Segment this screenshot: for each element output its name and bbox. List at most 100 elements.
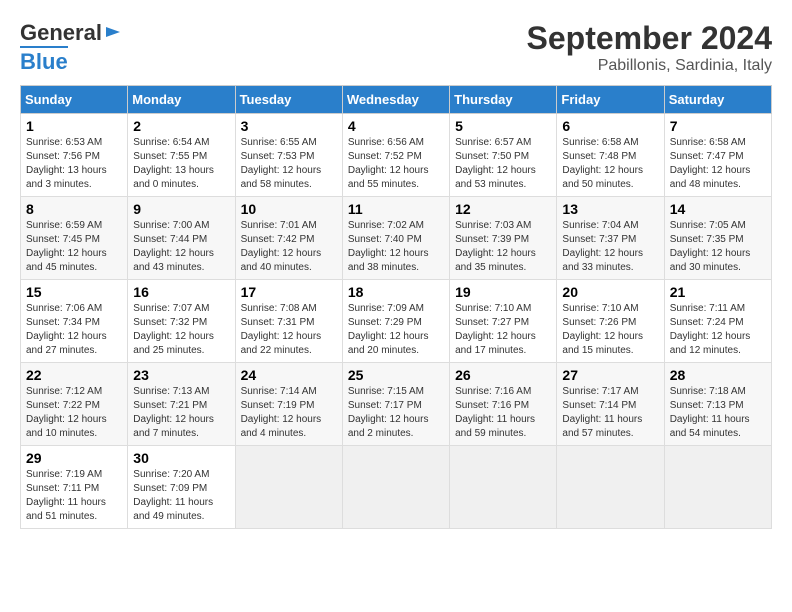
- calendar-cell: 18Sunrise: 7:09 AM Sunset: 7:29 PM Dayli…: [342, 280, 449, 363]
- day-number: 23: [133, 367, 229, 383]
- day-number: 19: [455, 284, 551, 300]
- day-number: 30: [133, 450, 229, 466]
- day-info: Sunrise: 6:55 AM Sunset: 7:53 PM Dayligh…: [241, 136, 337, 192]
- calendar-cell: 2 Sunrise: 6:54 AM Sunset: 7:55 PM Daylig…: [128, 114, 235, 197]
- day-info: Sunrise: 6:57 AM Sunset: 7:50 PM Dayligh…: [455, 136, 551, 192]
- day-info: Sunrise: 7:20 AM Sunset: 7:09 PM Dayligh…: [133, 468, 229, 524]
- day-info: Sunrise: 6:53 AM Sunset: 7:56 PM Dayligh…: [26, 136, 122, 192]
- calendar-cell: 12 Sunrise: 7:03 AM Sunset: 7:39 PM Dayli…: [450, 197, 557, 280]
- header: General Blue September 2024 Pabillonis, …: [20, 20, 772, 75]
- calendar-cell: 26Sunrise: 7:16 AM Sunset: 7:16 PM Dayli…: [450, 363, 557, 446]
- calendar-cell: 8 Sunrise: 6:59 AM Sunset: 7:45 PM Daylig…: [21, 197, 128, 280]
- calendar-cell: 25 Sunrise: 7:15 AM Sunset: 7:17 PM Dayli…: [342, 363, 449, 446]
- calendar-cell: 30 Sunrise: 7:20 AM Sunset: 7:09 PM Dayli…: [128, 446, 235, 529]
- weekday-header-saturday: Saturday: [664, 86, 771, 114]
- calendar-cell: 9 Sunrise: 7:00 AM Sunset: 7:44 PM Daylig…: [128, 197, 235, 280]
- calendar-cell: 10Sunrise: 7:01 AM Sunset: 7:42 PM Dayli…: [235, 197, 342, 280]
- calendar-week-row: 15 Sunrise: 7:06 AM Sunset: 7:34 PM Dayli…: [21, 280, 772, 363]
- day-number: 13: [562, 201, 658, 217]
- calendar-cell: 13Sunrise: 7:04 AM Sunset: 7:37 PM Dayli…: [557, 197, 664, 280]
- calendar-cell: 16 Sunrise: 7:07 AM Sunset: 7:32 PM Dayli…: [128, 280, 235, 363]
- weekday-header-tuesday: Tuesday: [235, 86, 342, 114]
- day-number: 1: [26, 118, 122, 134]
- calendar-cell: [557, 446, 664, 529]
- calendar-cell: 23 Sunrise: 7:13 AM Sunset: 7:21 PM Dayli…: [128, 363, 235, 446]
- calendar-week-row: 8 Sunrise: 6:59 AM Sunset: 7:45 PM Daylig…: [21, 197, 772, 280]
- calendar-cell: 21 Sunrise: 7:11 AM Sunset: 7:24 PM Dayli…: [664, 280, 771, 363]
- calendar-cell: [235, 446, 342, 529]
- weekday-header-monday: Monday: [128, 86, 235, 114]
- day-number: 24: [241, 367, 337, 383]
- day-number: 29: [26, 450, 122, 466]
- weekday-header-thursday: Thursday: [450, 86, 557, 114]
- calendar-cell: 24 Sunrise: 7:14 AM Sunset: 7:19 PM Dayli…: [235, 363, 342, 446]
- day-info: Sunrise: 7:05 AM Sunset: 7:35 PM Dayligh…: [670, 219, 766, 275]
- day-info: Sunrise: 7:14 AM Sunset: 7:19 PM Dayligh…: [241, 385, 337, 441]
- calendar-cell: 3 Sunrise: 6:55 AM Sunset: 7:53 PM Daylig…: [235, 114, 342, 197]
- calendar-week-row: 22Sunrise: 7:12 AM Sunset: 7:22 PM Dayli…: [21, 363, 772, 446]
- logo-arrow-icon: [104, 23, 122, 41]
- day-number: 26: [455, 367, 551, 383]
- calendar-week-row: 1 Sunrise: 6:53 AM Sunset: 7:56 PM Daylig…: [21, 114, 772, 197]
- day-number: 2: [133, 118, 229, 134]
- day-number: 28: [670, 367, 766, 383]
- day-number: 25: [348, 367, 444, 383]
- day-info: Sunrise: 7:06 AM Sunset: 7:34 PM Dayligh…: [26, 302, 122, 358]
- day-number: 4: [348, 118, 444, 134]
- calendar-cell: 6Sunrise: 6:58 AM Sunset: 7:48 PM Daylig…: [557, 114, 664, 197]
- calendar-cell: 7Sunrise: 6:58 AM Sunset: 7:47 PM Daylig…: [664, 114, 771, 197]
- day-number: 16: [133, 284, 229, 300]
- calendar-cell: [450, 446, 557, 529]
- calendar-cell: 4 Sunrise: 6:56 AM Sunset: 7:52 PM Daylig…: [342, 114, 449, 197]
- day-info: Sunrise: 7:13 AM Sunset: 7:21 PM Dayligh…: [133, 385, 229, 441]
- weekday-header-friday: Friday: [557, 86, 664, 114]
- day-info: Sunrise: 7:01 AM Sunset: 7:42 PM Dayligh…: [241, 219, 337, 275]
- logo-blue: Blue: [20, 46, 68, 75]
- day-info: Sunrise: 7:03 AM Sunset: 7:39 PM Dayligh…: [455, 219, 551, 275]
- day-info: Sunrise: 7:19 AM Sunset: 7:11 PM Dayligh…: [26, 468, 122, 524]
- day-number: 21: [670, 284, 766, 300]
- day-info: Sunrise: 7:07 AM Sunset: 7:32 PM Dayligh…: [133, 302, 229, 358]
- calendar-cell: 11Sunrise: 7:02 AM Sunset: 7:40 PM Dayli…: [342, 197, 449, 280]
- day-number: 20: [562, 284, 658, 300]
- day-info: Sunrise: 7:15 AM Sunset: 7:17 PM Dayligh…: [348, 385, 444, 441]
- calendar-cell: 5 Sunrise: 6:57 AM Sunset: 7:50 PM Daylig…: [450, 114, 557, 197]
- day-number: 11: [348, 201, 444, 217]
- day-info: Sunrise: 7:18 AM Sunset: 7:13 PM Dayligh…: [670, 385, 766, 441]
- day-number: 15: [26, 284, 122, 300]
- day-number: 3: [241, 118, 337, 134]
- day-number: 17: [241, 284, 337, 300]
- day-number: 9: [133, 201, 229, 217]
- day-number: 6: [562, 118, 658, 134]
- day-info: Sunrise: 6:54 AM Sunset: 7:55 PM Dayligh…: [133, 136, 229, 192]
- weekday-header-wednesday: Wednesday: [342, 86, 449, 114]
- day-info: Sunrise: 7:00 AM Sunset: 7:44 PM Dayligh…: [133, 219, 229, 275]
- calendar-cell: [342, 446, 449, 529]
- day-info: Sunrise: 7:09 AM Sunset: 7:29 PM Dayligh…: [348, 302, 444, 358]
- day-info: Sunrise: 6:59 AM Sunset: 7:45 PM Dayligh…: [26, 219, 122, 275]
- calendar-cell: 17 Sunrise: 7:08 AM Sunset: 7:31 PM Dayli…: [235, 280, 342, 363]
- day-number: 5: [455, 118, 551, 134]
- calendar-cell: 22Sunrise: 7:12 AM Sunset: 7:22 PM Dayli…: [21, 363, 128, 446]
- day-number: 8: [26, 201, 122, 217]
- location-title: Pabillonis, Sardinia, Italy: [527, 57, 772, 75]
- day-number: 14: [670, 201, 766, 217]
- day-info: Sunrise: 7:10 AM Sunset: 7:27 PM Dayligh…: [455, 302, 551, 358]
- calendar-cell: [664, 446, 771, 529]
- weekday-header-sunday: Sunday: [21, 86, 128, 114]
- day-info: Sunrise: 7:10 AM Sunset: 7:26 PM Dayligh…: [562, 302, 658, 358]
- calendar-cell: 20 Sunrise: 7:10 AM Sunset: 7:26 PM Dayli…: [557, 280, 664, 363]
- calendar-body: 1 Sunrise: 6:53 AM Sunset: 7:56 PM Daylig…: [21, 114, 772, 529]
- calendar-cell: 15 Sunrise: 7:06 AM Sunset: 7:34 PM Dayli…: [21, 280, 128, 363]
- logo-general: General: [20, 20, 102, 46]
- calendar-cell: 1 Sunrise: 6:53 AM Sunset: 7:56 PM Daylig…: [21, 114, 128, 197]
- day-info: Sunrise: 7:11 AM Sunset: 7:24 PM Dayligh…: [670, 302, 766, 358]
- day-info: Sunrise: 7:08 AM Sunset: 7:31 PM Dayligh…: [241, 302, 337, 358]
- calendar-header-row: SundayMondayTuesdayWednesdayThursdayFrid…: [21, 86, 772, 114]
- day-number: 27: [562, 367, 658, 383]
- day-info: Sunrise: 6:56 AM Sunset: 7:52 PM Dayligh…: [348, 136, 444, 192]
- calendar-table: SundayMondayTuesdayWednesdayThursdayFrid…: [20, 85, 772, 529]
- day-number: 7: [670, 118, 766, 134]
- calendar-cell: 19 Sunrise: 7:10 AM Sunset: 7:27 PM Dayli…: [450, 280, 557, 363]
- day-number: 12: [455, 201, 551, 217]
